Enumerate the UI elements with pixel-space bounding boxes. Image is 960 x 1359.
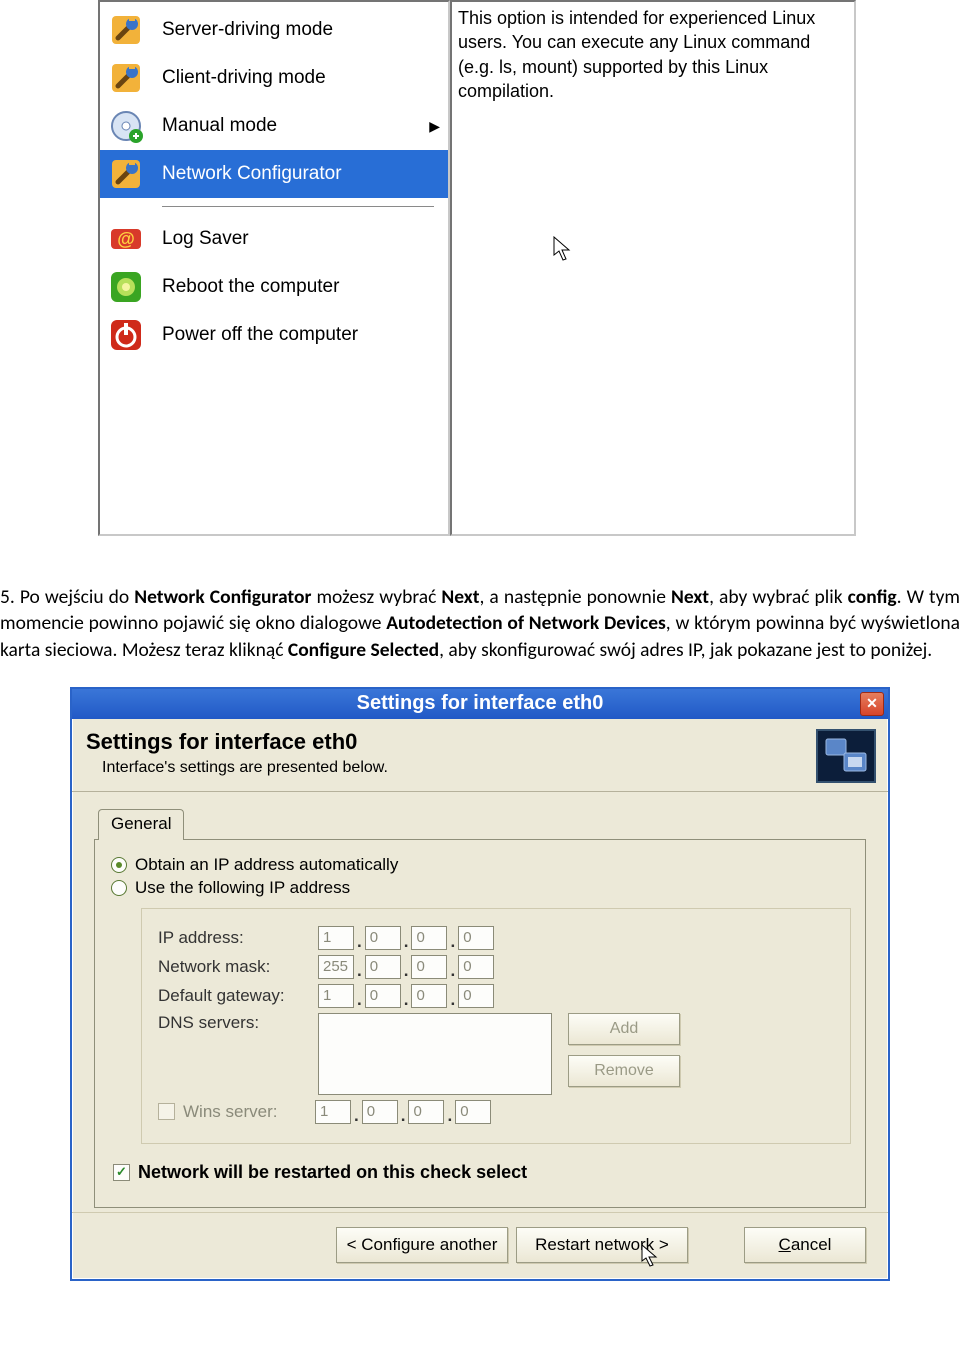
dialog-title: Settings for interface eth0 [357,692,604,715]
window-close-button[interactable]: ✕ [860,692,884,716]
menu-item-log-saver[interactable]: @ Log Saver [100,215,448,263]
ip-fields-group: IP address: 1. 0. 0. 0 Network mask: 255… [141,908,851,1144]
restart-network-button[interactable]: Restart network > [516,1227,688,1263]
submenu-arrow-icon: ▶ [429,118,440,135]
ip-octet[interactable]: 0 [455,1100,491,1124]
dialog-header-title: Settings for interface eth0 [86,729,388,755]
gateway-input[interactable]: 1. 0. 0. 0 [318,984,494,1008]
wrench-icon [104,8,148,52]
row-ip-address: IP address: 1. 0. 0. 0 [158,926,834,950]
checkbox-icon: ✓ [113,1164,130,1181]
close-icon: ✕ [866,695,878,712]
menu-item-label: Client-driving mode [162,67,326,89]
button-label: Cancel [779,1235,832,1255]
menu-item-manual-mode[interactable]: Manual mode ▶ [100,102,448,150]
ip-octet[interactable]: 0 [411,984,447,1008]
menu-separator [162,206,434,207]
wrench-icon [104,56,148,100]
menu-info-panel: This option is intended for experienced … [450,0,856,536]
row-wins-server: Wins server: 1. 0. 0. 0 [158,1100,834,1124]
menu-box: Server-driving mode Client-driving mode … [98,0,856,536]
ip-octet[interactable]: 0 [365,955,401,979]
tab-page-general: Obtain an IP address automatically Use t… [94,839,866,1208]
menu-item-label: Server-driving mode [162,19,333,41]
ip-octet[interactable]: 0 [458,984,494,1008]
radio-label: Obtain an IP address automatically [135,855,398,875]
field-label: Default gateway: [158,986,318,1006]
menu-info-text: This option is intended for experienced … [458,8,815,101]
reboot-icon [104,265,148,309]
tab-label: General [111,814,171,833]
instruction-paragraph: 5. Po wejściu do Network Configurator mo… [0,584,960,663]
network-icon [816,729,876,783]
dialog-header: Settings for interface eth0 Interface's … [72,719,888,792]
menu-item-label: Power off the computer [162,324,358,346]
ip-octet[interactable]: 1 [318,984,354,1008]
button-label: Restart network > [535,1235,669,1255]
svg-text:@: @ [117,229,135,249]
tab-general[interactable]: General [98,809,184,840]
dialog-footer: < Configure another Restart network > Ca… [72,1212,888,1279]
wins-input[interactable]: 1. 0. 0. 0 [315,1100,491,1124]
ip-octet[interactable]: 1 [318,926,354,950]
menu-screenshot: Server-driving mode Client-driving mode … [98,0,856,562]
field-label: Network mask: [158,957,318,977]
menu-item-power-off[interactable]: Power off the computer [100,311,448,359]
checkbox-label: Network will be restarted on this check … [138,1162,527,1183]
row-dns-servers: DNS servers: Add Remove [158,1013,834,1095]
menu-left-panel: Server-driving mode Client-driving mode … [98,0,450,536]
ip-octet[interactable]: 0 [362,1100,398,1124]
menu-item-label: Network Configurator [162,163,342,185]
radio-icon [111,880,127,896]
dialog-header-subtitle: Interface's settings are presented below… [102,759,388,777]
field-label: IP address: [158,928,318,948]
radio-icon [111,857,127,873]
field-label: Wins server: [183,1102,315,1122]
ip-octet[interactable]: 255 [318,955,354,979]
cancel-button[interactable]: Cancel [744,1227,866,1263]
ip-octet[interactable]: 0 [408,1100,444,1124]
radio-obtain-auto[interactable]: Obtain an IP address automatically [111,855,851,875]
dialog-screenshot: Settings for interface eth0 ✕ Settings f… [70,687,890,1281]
dialog-titlebar: Settings for interface eth0 ✕ [72,689,888,719]
ip-octet[interactable]: 0 [365,926,401,950]
field-label: DNS servers: [158,1013,318,1033]
menu-item-client-driving[interactable]: Client-driving mode [100,54,448,102]
row-network-mask: Network mask: 255. 0. 0. 0 [158,955,834,979]
cd-wrench-icon [104,104,148,148]
tab-area: General Obtain an IP address automatical… [72,792,888,1212]
at-icon: @ [104,217,148,261]
configure-another-button[interactable]: < Configure another [336,1227,508,1263]
menu-item-network-configurator[interactable]: Network Configurator [100,150,448,198]
menu-item-server-driving[interactable]: Server-driving mode [100,6,448,54]
ip-octet[interactable]: 0 [411,955,447,979]
ip-octet[interactable]: 1 [315,1100,351,1124]
ip-address-input[interactable]: 1. 0. 0. 0 [318,926,494,950]
wrench-icon [104,152,148,196]
ip-octet[interactable]: 0 [411,926,447,950]
ip-octet[interactable]: 0 [458,926,494,950]
tab-strip: General [98,808,866,839]
ip-octet[interactable]: 0 [365,984,401,1008]
power-icon [104,313,148,357]
button-label: < Configure another [347,1235,498,1254]
radio-use-following[interactable]: Use the following IP address [111,878,851,898]
menu-item-reboot[interactable]: Reboot the computer [100,263,448,311]
settings-dialog: Settings for interface eth0 ✕ Settings f… [70,687,890,1281]
ip-octet[interactable]: 0 [458,955,494,979]
menu-item-label: Manual mode [162,115,277,137]
menu-item-label: Log Saver [162,228,249,250]
wins-checkbox[interactable] [158,1103,175,1120]
menu-item-label: Reboot the computer [162,276,339,298]
row-default-gateway: Default gateway: 1. 0. 0. 0 [158,984,834,1008]
remove-dns-button[interactable]: Remove [568,1055,680,1087]
network-mask-input[interactable]: 255. 0. 0. 0 [318,955,494,979]
dns-list[interactable] [318,1013,552,1095]
add-dns-button[interactable]: Add [568,1013,680,1045]
radio-label: Use the following IP address [135,878,350,898]
restart-network-checkbox-row[interactable]: ✓ Network will be restarted on this chec… [113,1162,851,1183]
